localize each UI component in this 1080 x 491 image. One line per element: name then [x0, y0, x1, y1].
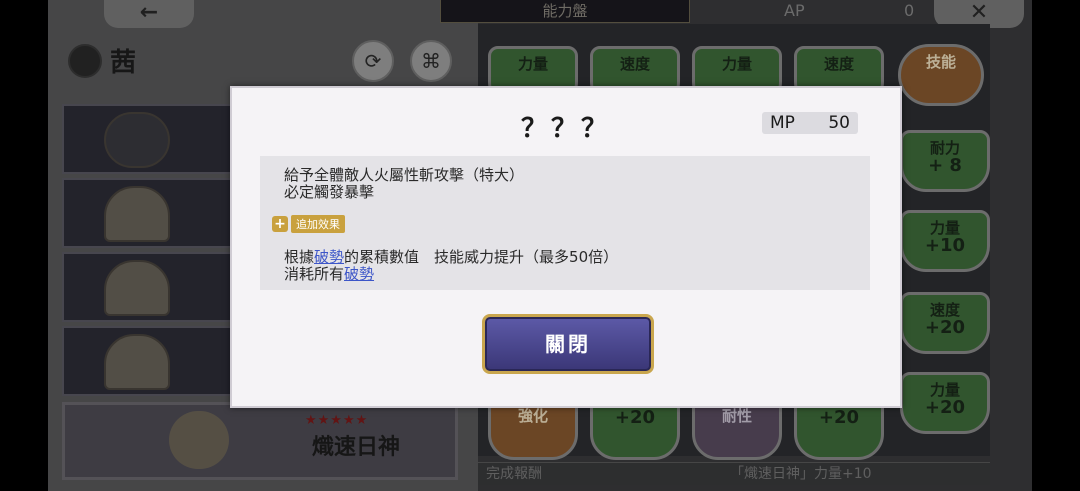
mp-cost: MP 50: [762, 112, 858, 134]
additional-effect-badge: + 追加效果: [272, 215, 345, 233]
game-screen: ← 能力盤 AP 0 ✕ 茜 ⟳ ⌘ ★★★★★ 熾速日神 力量 速度 力量 速…: [0, 0, 1080, 491]
skill-dialog: ？？？ MP 50 給予全體敵人火屬性斬攻擊（特大） 必定觸發暴擊 + 追加效果…: [230, 86, 902, 408]
skill-description: 給予全體敵人火屬性斬攻擊（特大） 必定觸發暴擊 + 追加效果 根據破勢的累積數值…: [260, 156, 870, 290]
close-button[interactable]: 關閉: [482, 314, 654, 374]
mp-value: 50: [828, 113, 850, 133]
description-line: 必定觸發暴擊: [284, 183, 375, 201]
consume-line: 消耗所有破勢: [284, 265, 375, 283]
break-keyword-link[interactable]: 破勢: [344, 265, 374, 283]
mp-label: MP: [770, 113, 795, 133]
plus-icon: +: [272, 216, 288, 232]
badge-label: 追加效果: [291, 215, 345, 233]
